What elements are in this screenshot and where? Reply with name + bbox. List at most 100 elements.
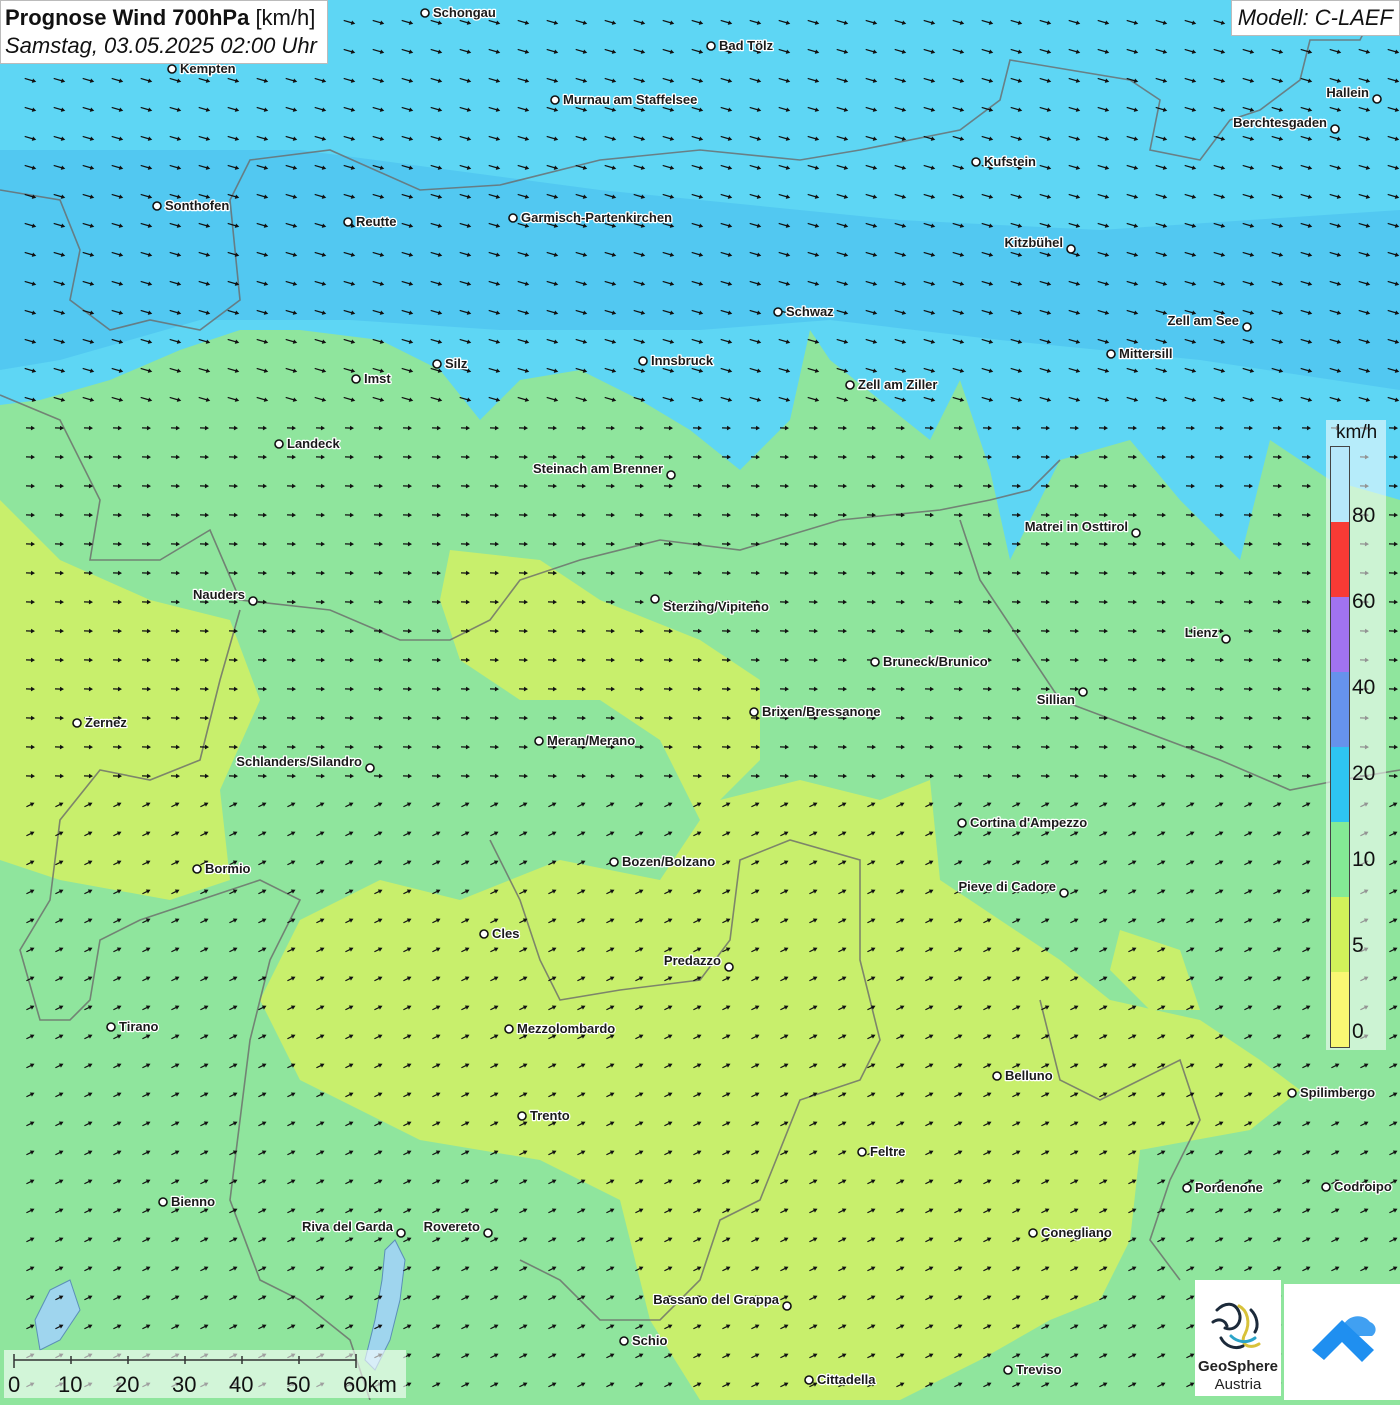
city-dot — [993, 1072, 1001, 1080]
city-label: Cortina d'Ampezzo — [970, 815, 1087, 830]
city-dot — [639, 357, 647, 365]
legend-segment — [1331, 522, 1349, 597]
legend-segment — [1331, 447, 1349, 522]
city-dot — [1243, 323, 1251, 331]
city-label: Pordenone — [1195, 1180, 1263, 1195]
city-label: Berchtesgaden — [1233, 115, 1327, 130]
city-marker[interactable]: Murnau am Staffelsee — [551, 92, 697, 107]
city-label: Zell am Ziller — [858, 377, 937, 392]
city-dot — [1288, 1089, 1296, 1097]
city-dot — [774, 308, 782, 316]
city-dot — [1132, 529, 1140, 537]
legend-color-bar — [1330, 446, 1350, 1048]
city-dot — [958, 819, 966, 827]
city-dot — [480, 930, 488, 938]
city-marker[interactable]: Zell am Ziller — [846, 377, 937, 392]
city-label: Imst — [364, 371, 391, 386]
city-label: Bienno — [171, 1194, 215, 1209]
city-dot — [153, 202, 161, 210]
city-marker[interactable]: Innsbruck — [639, 353, 714, 368]
city-label: Trento — [530, 1108, 570, 1123]
city-dot — [344, 218, 352, 226]
city-label: Reutte — [356, 214, 396, 229]
color-legend: km/h 80 60 40 20 10 5 0 — [1326, 420, 1386, 1050]
city-marker[interactable]: Mezzolombardo — [505, 1021, 615, 1036]
city-marker[interactable]: Spilimbergo — [1288, 1085, 1375, 1100]
legend-label-10: 10 — [1352, 848, 1375, 872]
city-label: Innsbruck — [651, 353, 714, 368]
city-marker[interactable]: Meran/Merano — [535, 733, 635, 748]
city-marker[interactable]: Pordenone — [1183, 1180, 1263, 1195]
city-marker[interactable]: Schongau — [421, 5, 496, 20]
city-dot — [725, 963, 733, 971]
wind-map[interactable]: SchongauBad TölzKemptenHalleinMurnau am … — [0, 0, 1400, 1400]
legend-unit: km/h — [1336, 422, 1377, 444]
city-dot — [972, 158, 980, 166]
city-dot — [667, 471, 675, 479]
city-dot — [168, 65, 176, 73]
forecast-datetime: Samstag, 03.05.2025 02:00 Uhr — [5, 32, 317, 60]
map-title-unit: [km/h] — [255, 5, 315, 30]
city-dot — [505, 1025, 513, 1033]
city-label: Brixen/Bressanone — [762, 704, 881, 719]
city-marker[interactable]: Sonthofen — [153, 198, 229, 213]
city-marker[interactable]: Conegliano — [1029, 1225, 1112, 1240]
city-dot — [846, 381, 854, 389]
city-marker[interactable]: Bruneck/Brunico — [871, 654, 988, 669]
city-label: Bormio — [205, 861, 251, 876]
city-dot — [1322, 1183, 1330, 1191]
city-dot — [509, 214, 517, 222]
city-dot — [858, 1148, 866, 1156]
city-label: Silz — [445, 356, 468, 371]
city-dot — [750, 708, 758, 716]
city-dot — [1183, 1184, 1191, 1192]
city-dot — [518, 1112, 526, 1120]
scale-label-20: 20 — [115, 1372, 139, 1398]
city-label: Nauders — [193, 587, 245, 602]
city-dot — [1107, 350, 1115, 358]
city-dot — [783, 1302, 791, 1310]
city-dot — [1067, 245, 1075, 253]
city-marker[interactable]: Cortina d'Ampezzo — [958, 815, 1087, 830]
legend-label-80: 80 — [1352, 504, 1375, 528]
city-label: Pieve di Cadore — [958, 879, 1056, 894]
city-label: Mittersill — [1119, 346, 1172, 361]
geosphere-logo[interactable]: GeoSphere Austria — [1195, 1280, 1281, 1396]
city-dot — [352, 375, 360, 383]
city-label: Kitzbühel — [1005, 235, 1064, 250]
app-logo[interactable] — [1284, 1284, 1400, 1400]
geosphere-country: Austria — [1195, 1376, 1281, 1393]
city-dot — [366, 764, 374, 772]
legend-segment — [1331, 822, 1349, 897]
city-label: Murnau am Staffelsee — [563, 92, 697, 107]
city-label: Tirano — [119, 1019, 159, 1034]
city-label: Hallein — [1326, 85, 1369, 100]
city-dot — [421, 9, 429, 17]
city-marker[interactable]: Brixen/Bressanone — [750, 704, 881, 719]
city-label: Sonthofen — [165, 198, 229, 213]
city-marker[interactable]: Bozen/Bolzano — [610, 854, 715, 869]
city-label: Schlanders/Silandro — [236, 754, 362, 769]
city-label: Schwaz — [786, 304, 834, 319]
city-label: Treviso — [1016, 1362, 1062, 1377]
city-dot — [73, 719, 81, 727]
city-label: Lienz — [1185, 625, 1219, 640]
city-dot — [1373, 95, 1381, 103]
city-dot — [610, 858, 618, 866]
city-dot — [707, 42, 715, 50]
city-dot — [805, 1376, 813, 1384]
city-marker[interactable]: Garmisch-Partenkirchen — [509, 210, 672, 225]
city-label: Sillian — [1037, 692, 1075, 707]
legend-label-40: 40 — [1352, 676, 1375, 700]
city-label: Bassano del Grappa — [653, 1292, 779, 1307]
city-label: Bad Tölz — [719, 38, 774, 53]
city-label: Zell am See — [1167, 313, 1239, 328]
city-label: Bozen/Bolzano — [622, 854, 715, 869]
legend-segment — [1331, 972, 1349, 1047]
city-dot — [1029, 1229, 1037, 1237]
city-label: Spilimbergo — [1300, 1085, 1375, 1100]
city-dot — [1004, 1366, 1012, 1374]
legend-label-20: 20 — [1352, 762, 1375, 786]
city-label: Rovereto — [424, 1219, 480, 1234]
city-label: Codroipo — [1334, 1179, 1392, 1194]
